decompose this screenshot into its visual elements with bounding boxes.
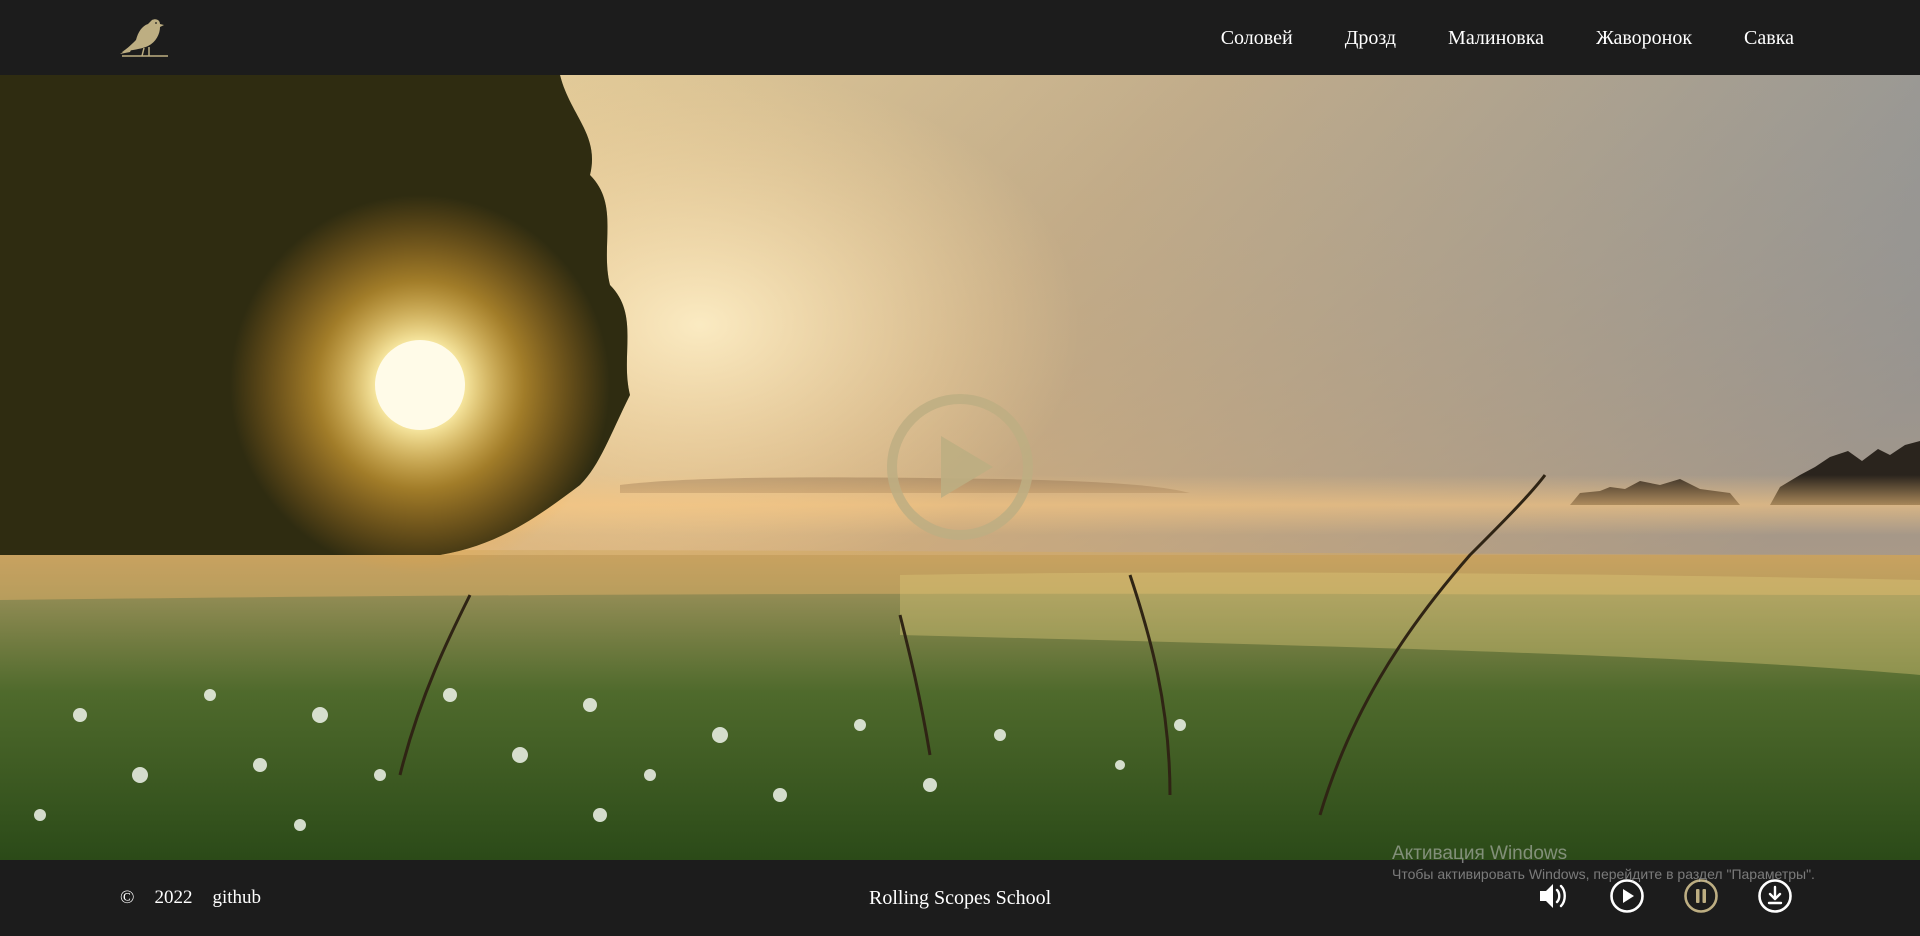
- site-header: Соловей Дрозд Малиновка Жаворонок Савка: [0, 0, 1920, 75]
- footer-left: © 2022 github: [120, 860, 261, 936]
- bird-icon[interactable]: [118, 16, 170, 58]
- nav-item-robin[interactable]: Малиновка: [1448, 28, 1544, 48]
- pause-icon[interactable]: [1683, 878, 1719, 914]
- nav-item-nightingale[interactable]: Соловей: [1221, 28, 1293, 48]
- player-controls: [1535, 878, 1793, 914]
- nav-item-warbler[interactable]: Савка: [1744, 28, 1794, 48]
- github-link[interactable]: github: [212, 887, 261, 909]
- site-footer: © 2022 github Rolling Scopes School: [0, 860, 1920, 936]
- play-circle-icon[interactable]: [885, 392, 1035, 542]
- download-icon[interactable]: [1757, 878, 1793, 914]
- copyright-year: 2022: [154, 887, 193, 908]
- nav-item-thrush[interactable]: Дрозд: [1345, 28, 1396, 48]
- main-nav: Соловей Дрозд Малиновка Жаворонок Савка: [1221, 0, 1794, 75]
- footer-center: Rolling Scopes School: [869, 860, 1051, 936]
- nav-item-lark[interactable]: Жаворонок: [1596, 28, 1692, 48]
- rs-school-link[interactable]: Rolling Scopes School: [869, 887, 1051, 910]
- play-icon[interactable]: [1609, 878, 1645, 914]
- copyright-symbol: ©: [120, 887, 135, 908]
- volume-icon[interactable]: [1535, 878, 1571, 914]
- hero-section: [0, 75, 1920, 860]
